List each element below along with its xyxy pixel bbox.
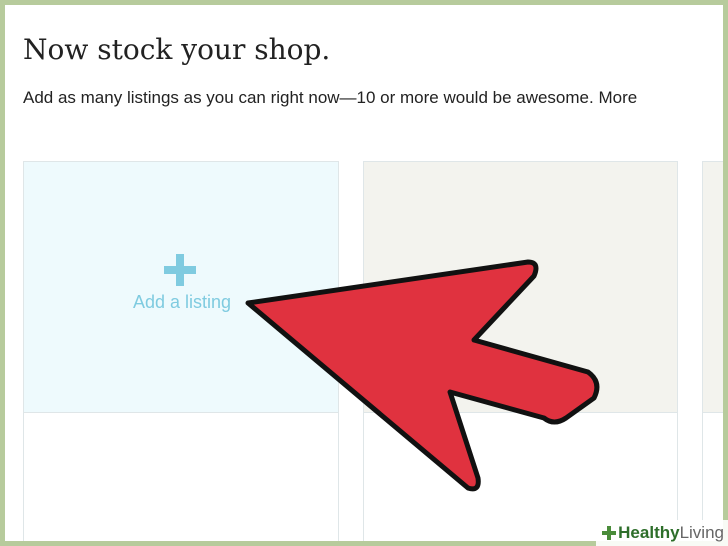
medical-cross-icon [602,526,617,540]
watermark-brand-light: Living [679,523,724,542]
red-arrow-shape [245,259,600,492]
pointer-arrow-icon [245,259,600,492]
watermark-badge: Healthy Living [596,520,728,546]
watermark-brand-bold: Healthy [618,523,680,542]
